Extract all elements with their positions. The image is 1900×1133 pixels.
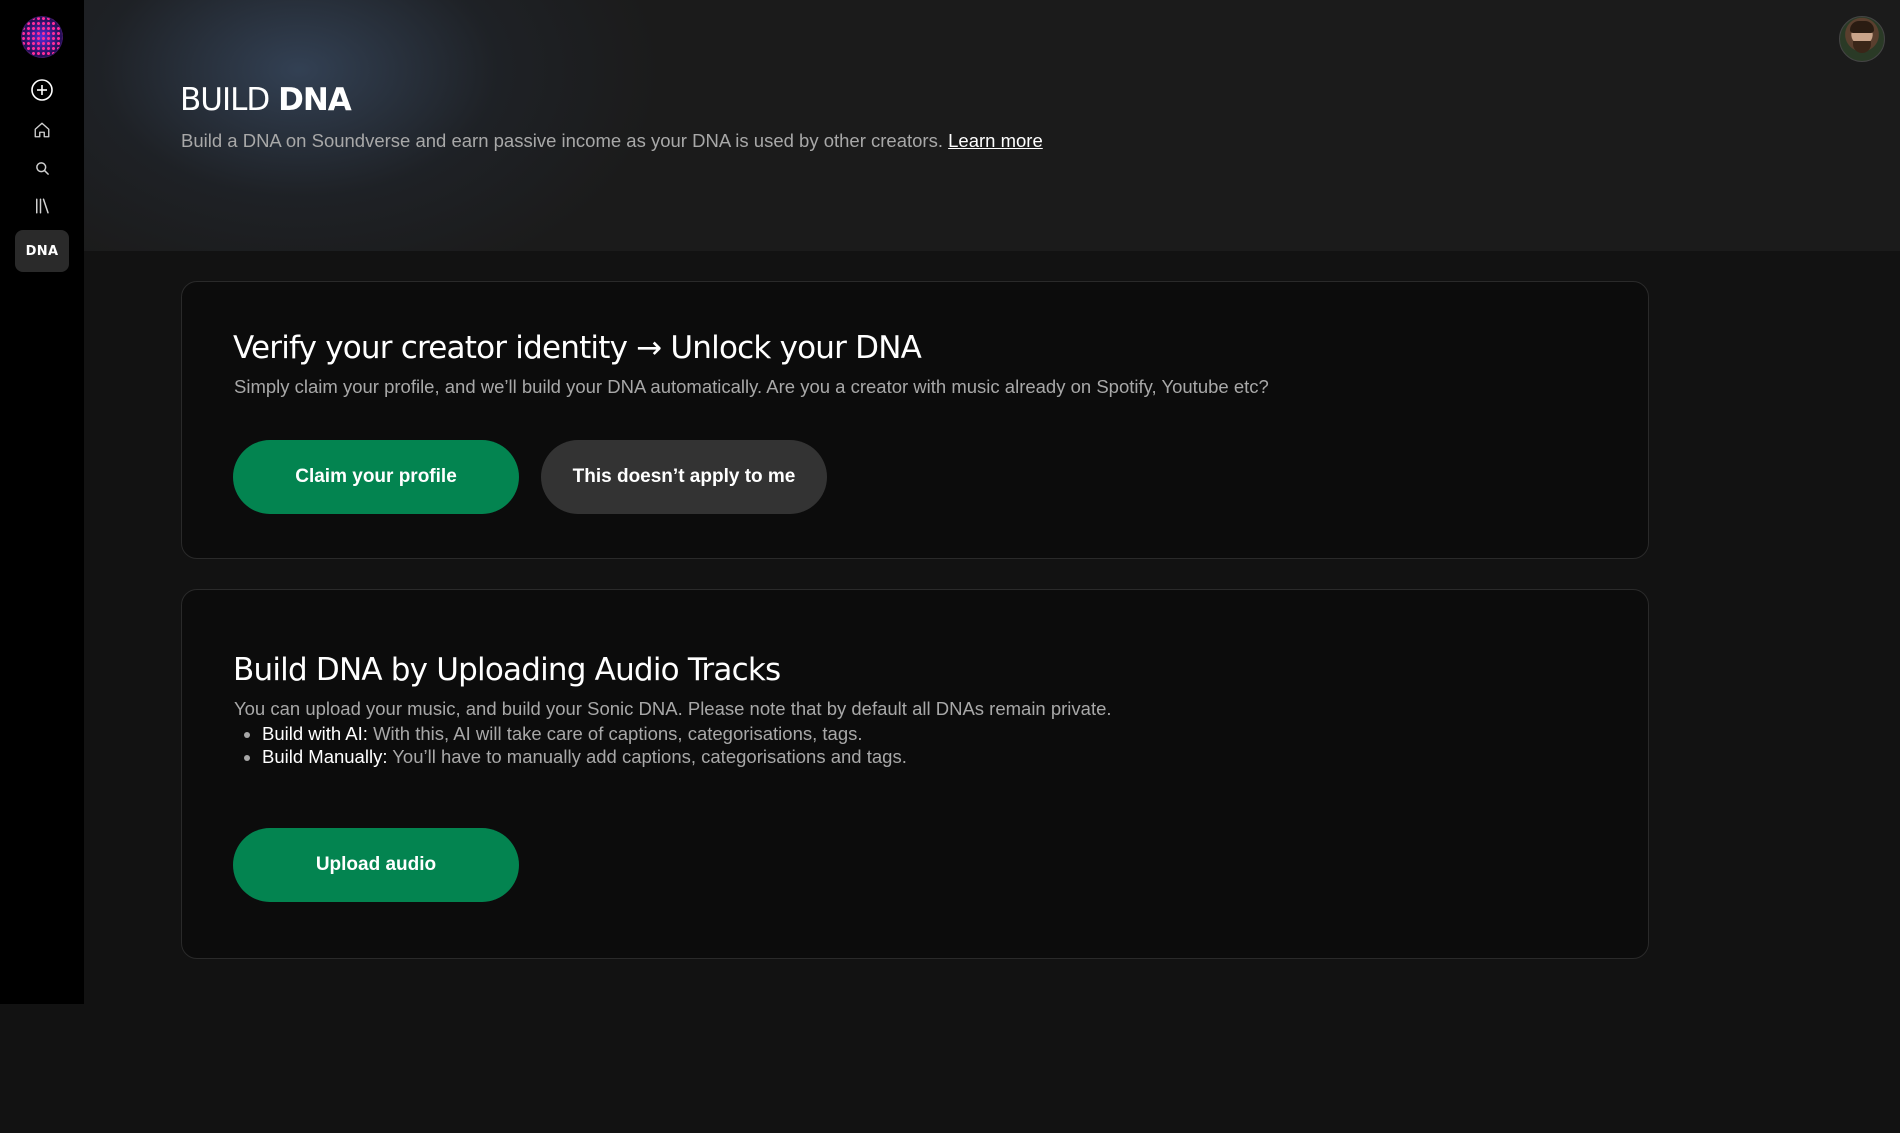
list-item: Build Manually: You’ll have to manually … [262, 745, 907, 768]
build-ai-text: With this, AI will take care of captions… [373, 723, 863, 744]
sidebar-item-dna[interactable]: DNA [15, 230, 69, 272]
page-header: BUILD DNA Build a DNA on Soundverse and … [84, 0, 1900, 251]
learn-more-link[interactable]: Learn more [948, 130, 1043, 151]
sidebar-item-create[interactable] [15, 72, 69, 108]
upload-card-subtitle: You can upload your music, and build you… [234, 698, 1112, 719]
upload-audio-button[interactable]: Upload audio [233, 828, 519, 902]
search-icon [35, 161, 50, 176]
verify-identity-card: Verify your creator identity → Unlock yo… [181, 281, 1649, 559]
sidebar-item-library[interactable] [15, 188, 69, 224]
avatar-beard [1853, 41, 1871, 53]
page-description: Build a DNA on Soundverse and earn passi… [181, 130, 1043, 152]
claim-profile-button[interactable]: Claim your profile [233, 440, 519, 514]
upload-card-title: Build DNA by Uploading Audio Tracks [233, 652, 781, 688]
avatar-hair [1850, 21, 1874, 33]
not-applicable-button[interactable]: This doesn’t apply to me [541, 440, 827, 514]
upload-audio-card: Build DNA by Uploading Audio Tracks You … [181, 589, 1649, 959]
build-manual-lead: Build Manually: [262, 746, 388, 767]
sidebar-item-home[interactable] [15, 112, 69, 148]
home-icon [33, 121, 51, 139]
verify-card-title: Verify your creator identity → Unlock yo… [233, 330, 922, 366]
page-title: BUILD DNA [180, 82, 352, 118]
page-title-light: BUILD [180, 82, 270, 118]
sidebar-item-dna-label: DNA [25, 243, 59, 259]
sidebar: DNA [0, 0, 84, 1004]
build-ai-lead: Build with AI: [262, 723, 368, 744]
page-description-text: Build a DNA on Soundverse and earn passi… [181, 130, 943, 151]
verify-card-subtitle: Simply claim your profile, and we’ll bui… [234, 376, 1269, 397]
build-options-list: Build with AI: With this, AI will take c… [234, 722, 907, 768]
build-manual-text: You’ll have to manually add captions, ca… [392, 746, 907, 767]
soundverse-logo[interactable] [21, 16, 63, 58]
list-item: Build with AI: With this, AI will take c… [262, 722, 907, 745]
plus-circle-icon [30, 78, 54, 102]
page-title-bold: DNA [278, 82, 352, 118]
library-icon [33, 197, 51, 215]
user-avatar[interactable] [1839, 16, 1885, 62]
sidebar-item-search[interactable] [15, 150, 69, 186]
